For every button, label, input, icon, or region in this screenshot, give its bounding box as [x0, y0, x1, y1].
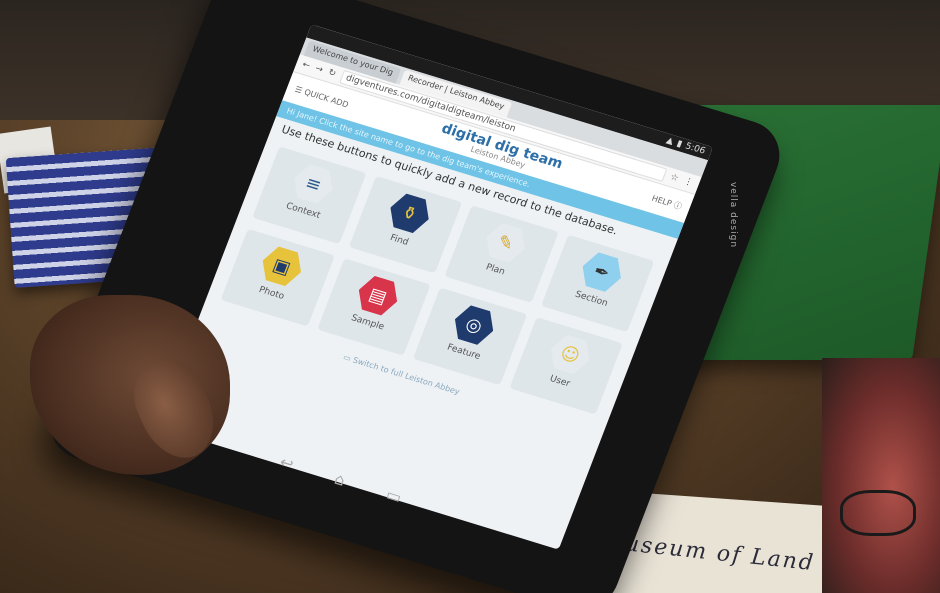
battery-icon: ▮ — [675, 138, 684, 150]
tile-label: Find — [388, 233, 410, 248]
compass-icon: ◎ — [448, 301, 501, 350]
jar-icon: ▤ — [352, 271, 405, 320]
pen-nib-icon: ✒ — [575, 248, 628, 297]
photo-scene: Museum of Land vella design ▲ ▮ 5:06 Wel… — [0, 0, 940, 593]
bystander — [822, 358, 940, 593]
tile-label: Plan — [484, 262, 507, 278]
help-label: HELP — [650, 193, 674, 208]
tile-context[interactable]: ≡ Context — [252, 146, 367, 244]
back-icon[interactable]: ← — [301, 60, 312, 72]
desktop-icon: ▭ — [341, 352, 353, 364]
tile-section[interactable]: ✒ Section — [540, 234, 655, 333]
help-button[interactable]: HELP ⓘ — [650, 192, 684, 211]
user-icon: ☺ — [544, 330, 597, 379]
star-icon[interactable]: ☆ — [669, 172, 680, 184]
menu-dots-icon[interactable]: ⋮ — [682, 176, 694, 188]
forward-icon[interactable]: → — [314, 64, 325, 76]
tile-label: Photo — [257, 285, 286, 302]
tile-label: Context — [284, 201, 322, 221]
eyeglasses — [840, 490, 916, 536]
back-nav-icon[interactable]: ↩ — [276, 452, 296, 479]
reload-icon[interactable]: ↻ — [327, 68, 338, 80]
case-label: vella design — [728, 181, 739, 249]
tile-label: Sample — [349, 313, 386, 333]
wifi-icon: ▲ — [664, 135, 675, 147]
lines-icon: ≡ — [287, 159, 340, 208]
tile-find[interactable]: ⚱ Find — [348, 175, 463, 274]
tile-label: Section — [573, 289, 610, 309]
tile-plan[interactable]: ✎ Plan — [444, 205, 559, 303]
quick-add-menu[interactable]: ☰ QUICK ADD — [294, 84, 350, 109]
tile-label: User — [548, 373, 572, 390]
recents-nav-icon[interactable]: ▭ — [382, 485, 404, 512]
photo-icon: ▣ — [256, 242, 309, 291]
home-nav-icon[interactable]: ⌂ — [331, 469, 347, 495]
pot-icon: ⚱ — [383, 189, 436, 238]
tile-label: Feature — [445, 342, 482, 362]
quick-add-label: QUICK ADD — [303, 87, 350, 109]
ruler-pencil-icon: ✎ — [479, 218, 532, 267]
